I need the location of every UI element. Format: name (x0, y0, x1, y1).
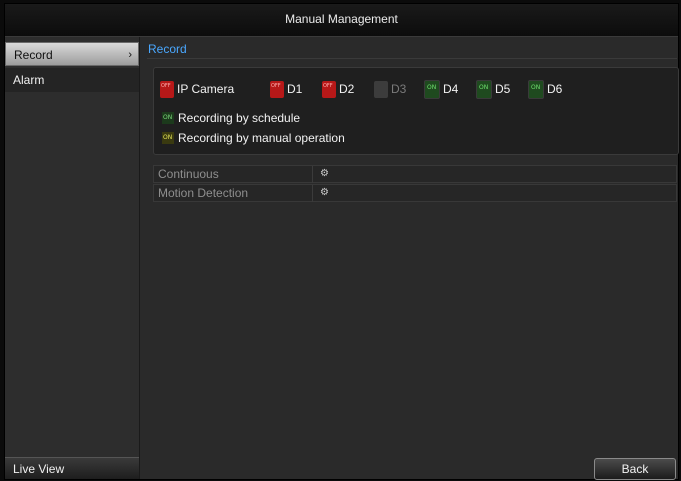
sidebar-item-label: Alarm (13, 73, 45, 87)
status-off-icon (322, 80, 336, 98)
status-off-icon (160, 80, 174, 98)
sidebar-item-label: Record (14, 48, 53, 62)
manual-management-window: Manual Management Record › Alarm Live Vi… (4, 3, 679, 480)
legend-manual: Recording by manual operation (162, 130, 345, 146)
channel-d1: D1 (270, 80, 302, 98)
channel-status-panel: IP Camera D1 D2 D3 D4 D5 (153, 67, 679, 155)
channel-d2: D2 (322, 80, 354, 98)
table-row[interactable]: Motion Detection ⚙ (153, 184, 677, 202)
channel-d5: D5 (476, 79, 511, 99)
status-on-icon (424, 79, 440, 99)
sidebar-item-record[interactable]: Record › (5, 42, 139, 66)
status-on-icon (528, 79, 544, 99)
column-divider (312, 185, 313, 202)
legend-schedule: Recording by schedule (162, 110, 300, 126)
channel-d6: D6 (528, 79, 563, 99)
sidebar-item-alarm[interactable]: Alarm (5, 68, 139, 92)
column-divider (312, 166, 313, 183)
legend-label: Recording by schedule (178, 111, 301, 125)
back-button[interactable]: Back (594, 458, 676, 480)
row-label: Continuous (158, 167, 219, 181)
status-on-icon (476, 79, 492, 99)
gear-icon[interactable]: ⚙ (320, 188, 330, 198)
sidebar: Record › Alarm Live View (5, 37, 140, 479)
window-title: Manual Management (5, 4, 678, 37)
main-panel: Record IP Camera D1 D2 D3 D4 (143, 37, 679, 480)
channel-label: D5 (495, 82, 511, 96)
chevron-right-icon: › (128, 49, 132, 61)
gear-icon[interactable]: ⚙ (320, 169, 330, 179)
channel-label: IP Camera (177, 82, 235, 96)
legend-label: Recording by manual operation (178, 131, 345, 145)
channel-label: D2 (339, 82, 355, 96)
channel-d3: D3 (374, 80, 406, 98)
tab-divider (147, 58, 677, 59)
tab-record[interactable]: Record (148, 42, 189, 59)
status-unavailable-icon (374, 80, 388, 98)
live-view-label: Live View (13, 462, 65, 476)
row-label: Motion Detection (158, 186, 249, 200)
channel-d4: D4 (424, 79, 459, 99)
status-off-icon (270, 80, 284, 98)
channel-ip-camera: IP Camera (160, 80, 234, 98)
table-row[interactable]: Continuous ⚙ (153, 165, 677, 183)
channel-label: D4 (443, 82, 459, 96)
channel-label: D3 (391, 82, 407, 96)
manual-swatch-icon (162, 132, 174, 144)
live-view-button[interactable]: Live View (5, 457, 139, 479)
channel-label: D1 (287, 82, 303, 96)
channel-label: D6 (547, 82, 563, 96)
schedule-swatch-icon (162, 112, 174, 124)
